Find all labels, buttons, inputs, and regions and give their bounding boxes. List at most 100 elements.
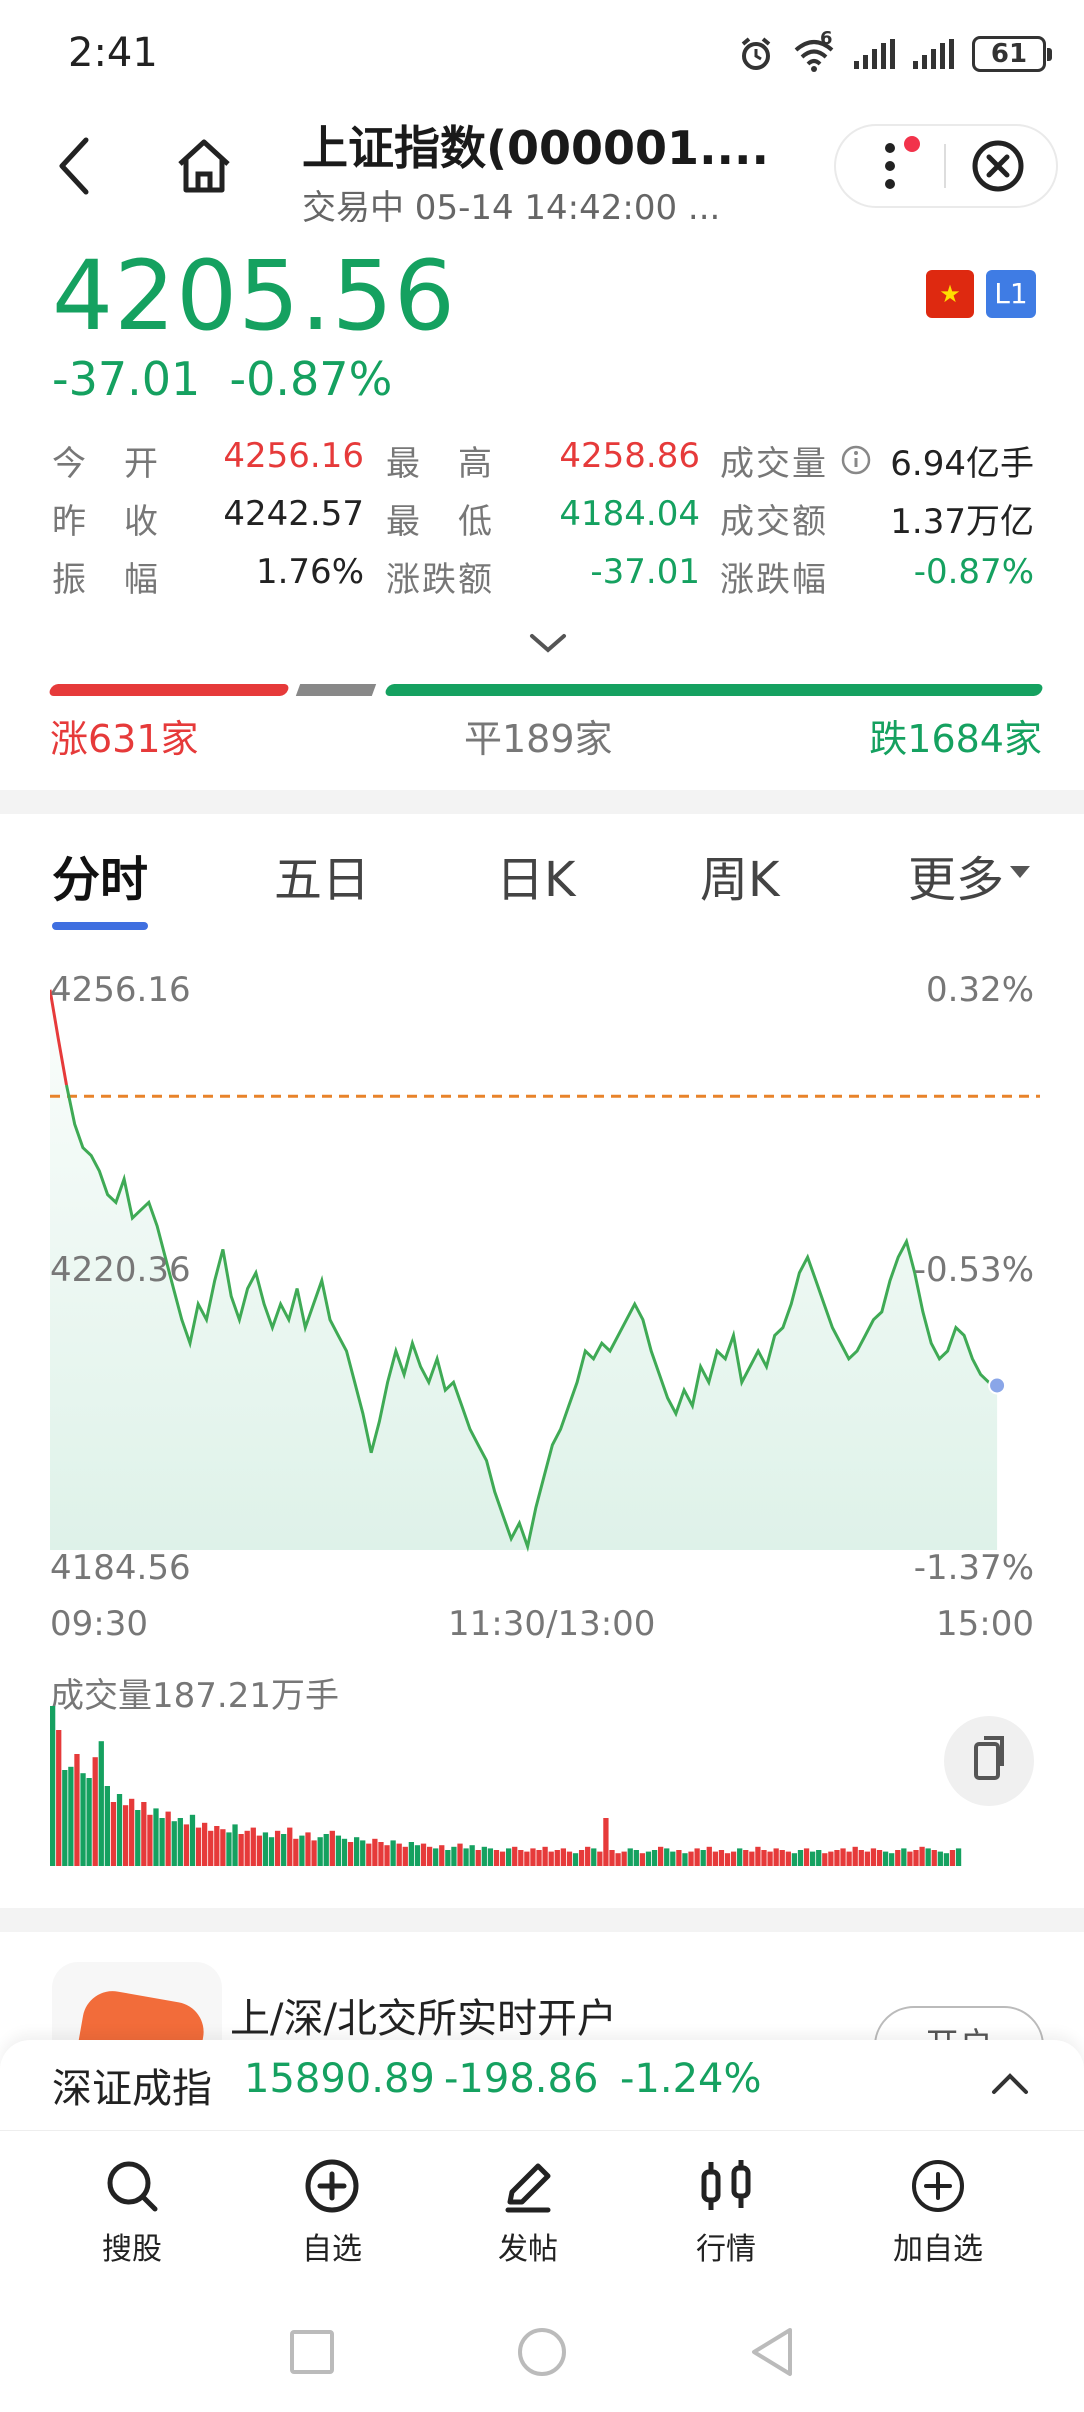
volume-bar: [262, 1832, 269, 1866]
nav-add-watchlist[interactable]: 加自选: [868, 2156, 1008, 2268]
volume-bar: [238, 1834, 244, 1866]
volume-bar: [274, 1830, 281, 1866]
volume-bar: [208, 1830, 214, 1866]
volume-bar: [329, 1830, 335, 1866]
volume-bar: [171, 1821, 177, 1866]
back-icon[interactable]: [50, 130, 100, 202]
stat-label: 涨跌额: [386, 560, 494, 600]
ticker-change: -198.86: [444, 2056, 599, 2102]
chevron-up-icon[interactable]: [990, 2070, 1030, 2096]
volume-chart[interactable]: [50, 1700, 962, 1866]
volume-bar: [548, 1851, 554, 1866]
level-badge[interactable]: L1: [986, 270, 1036, 318]
volume-bar: [773, 1848, 779, 1866]
volume-bar: [755, 1846, 761, 1866]
stat-label: 昨 收: [52, 502, 160, 542]
chevron-down-icon[interactable]: [526, 628, 570, 658]
volume-bar: [317, 1837, 323, 1866]
tab-underline: [52, 922, 148, 930]
search-icon: [107, 2161, 158, 2212]
volume-bar: [439, 1845, 445, 1866]
volume-bar: [907, 1851, 913, 1866]
volume-bar: [354, 1837, 360, 1866]
volume-bar: [122, 1805, 129, 1866]
more-options-icon[interactable]: [868, 134, 928, 198]
system-home-button[interactable]: [518, 2328, 566, 2376]
volume-bar: [293, 1838, 299, 1866]
volume-bar: [226, 1832, 232, 1866]
ticker-price: 15890.89: [244, 2056, 435, 2102]
nav-post[interactable]: 发帖: [458, 2156, 598, 2268]
volume-bar: [518, 1850, 524, 1866]
volume-bar: [80, 1773, 86, 1866]
promo-text[interactable]: 上/深/北交所实时开户: [230, 1986, 617, 2044]
volume-bar: [846, 1851, 852, 1866]
volume-bar: [822, 1853, 828, 1866]
volume-bar: [189, 1814, 196, 1866]
trading-status-subtitle: 交易中 05-14 14:42:00 ...: [302, 188, 721, 228]
volume-bar: [670, 1851, 676, 1866]
volume-bar: [943, 1853, 950, 1866]
tab-intraday[interactable]: 分时: [52, 840, 148, 910]
section-separator: [0, 790, 1084, 814]
y-axis-mid-label: 4220.36: [50, 1250, 191, 1290]
recent-apps-button[interactable]: [290, 2330, 334, 2374]
volume-bar: [451, 1846, 457, 1866]
volume-bar: [268, 1837, 275, 1866]
volume-bar: [603, 1818, 609, 1866]
tab-more[interactable]: 更多: [908, 840, 1004, 910]
home-icon[interactable]: [172, 134, 236, 198]
volume-bar: [305, 1832, 311, 1866]
volume-bar: [925, 1848, 931, 1866]
tab-daily-k[interactable]: 日K: [496, 840, 575, 910]
volume-bar: [676, 1850, 682, 1866]
volume-bar: [408, 1842, 414, 1866]
tab-weekly-k[interactable]: 周K: [700, 840, 779, 910]
current-price-marker: [988, 1376, 1007, 1395]
intraday-chart[interactable]: [50, 960, 1040, 1580]
stat-label: 振 幅: [52, 560, 160, 600]
volume-bar: [743, 1850, 749, 1866]
system-back-icon[interactable]: [748, 2326, 796, 2378]
add-circle-icon: [912, 2160, 964, 2212]
rotate-screen-button[interactable]: [944, 1716, 1034, 1806]
nav-watchlist[interactable]: 自选: [262, 2156, 402, 2268]
info-icon[interactable]: [840, 444, 872, 476]
y-axis-top-label: 4256.16: [50, 970, 191, 1010]
volume-bar: [724, 1853, 731, 1866]
section-separator: [0, 1908, 1084, 1932]
volume-bar: [378, 1842, 384, 1866]
tab-five-day[interactable]: 五日: [274, 840, 370, 910]
flat-count: 平189家: [464, 717, 613, 761]
volume-bar: [250, 1827, 256, 1866]
volume-bar: [785, 1851, 791, 1866]
volume-bar: [335, 1835, 342, 1866]
volume-bar: [360, 1840, 366, 1866]
volume-bar: [56, 1730, 62, 1866]
volume-bar: [347, 1842, 354, 1866]
volume-bar: [116, 1794, 123, 1866]
volume-bar: [664, 1848, 670, 1866]
x-axis-end-label: 15:00: [936, 1604, 1034, 1644]
volume-bar: [426, 1846, 433, 1866]
volume-bar: [372, 1838, 378, 1866]
volume-bar: [591, 1848, 597, 1866]
volume-bar: [901, 1848, 907, 1866]
pct-axis-mid-label: -0.53%: [913, 1250, 1034, 1290]
nav-search-stocks[interactable]: 搜股: [62, 2156, 202, 2268]
volume-bar: [578, 1850, 585, 1866]
pen-icon: [505, 2163, 551, 2213]
volume-bar: [62, 1770, 68, 1866]
volume-bar: [463, 1848, 469, 1866]
nav-market[interactable]: 行情: [656, 2156, 796, 2268]
volume-bar: [256, 1835, 262, 1866]
volume-bar: [433, 1848, 439, 1866]
stat-value: 1.76%: [255, 552, 364, 592]
volume-bar: [536, 1850, 542, 1866]
caret-down-icon[interactable]: [1010, 866, 1030, 878]
close-icon[interactable]: [970, 138, 1026, 194]
wifi-label: 6: [820, 28, 833, 49]
volume-bar: [153, 1808, 159, 1866]
volume-bar: [803, 1848, 810, 1866]
status-icons: 6 61: [738, 28, 1052, 78]
